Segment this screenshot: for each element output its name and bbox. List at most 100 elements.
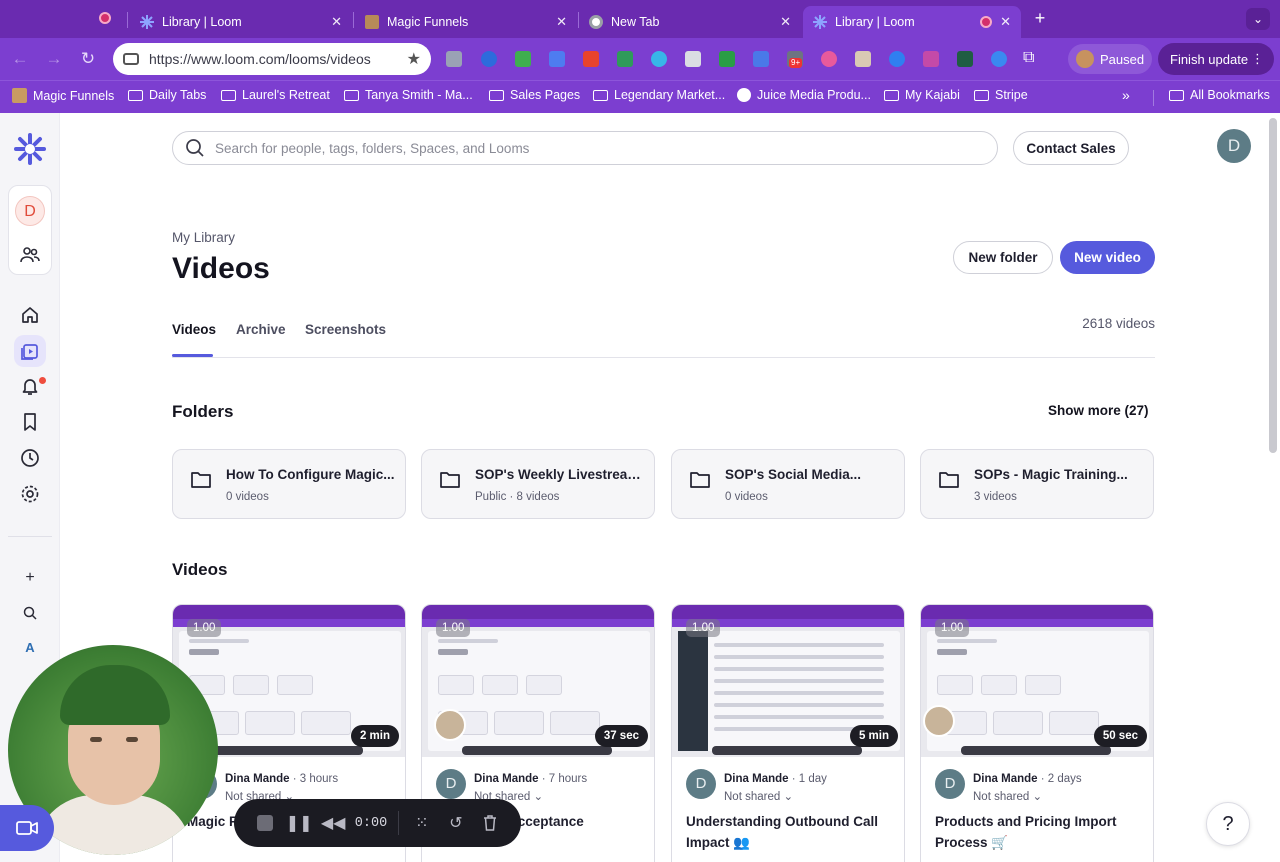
extensions-puzzle-icon[interactable]: ⧉: [1023, 49, 1034, 67]
video-thumbnail[interactable]: 1.00 5 min: [672, 605, 904, 757]
extension-zoom-icon[interactable]: [481, 51, 497, 67]
playback-speed-badge[interactable]: 1.00: [935, 619, 970, 637]
video-title[interactable]: Understanding Outbound Call Impact 👥: [686, 811, 896, 853]
delete-recording-button[interactable]: [473, 799, 507, 847]
browser-tab-loom-active[interactable]: Library | Loom ✕: [803, 6, 1021, 38]
clock-history-icon[interactable]: [14, 442, 46, 474]
all-bookmarks-button[interactable]: All Bookmarks: [1169, 88, 1270, 102]
search-input[interactable]: [215, 140, 997, 156]
video-title[interactable]: Products and Pricing Import Process 🛒: [935, 811, 1145, 853]
stop-icon: [257, 815, 274, 831]
playback-speed-badge[interactable]: 1.00: [187, 619, 222, 637]
profile-paused-button[interactable]: Paused: [1068, 44, 1152, 74]
help-button[interactable]: ?: [1206, 802, 1250, 846]
bookmark-star-icon[interactable]: ★: [407, 49, 421, 69]
extension-green-icon[interactable]: [515, 51, 531, 67]
loom-logo-icon[interactable]: [14, 133, 46, 165]
bookmark-item[interactable]: Tanya Smith - Ma...: [344, 88, 473, 102]
library-videos-icon[interactable]: [14, 335, 46, 367]
new-video-button[interactable]: New video: [1060, 241, 1155, 274]
bookmark-item[interactable]: Juice Media Produ...: [737, 88, 871, 102]
folder-card[interactable]: How To Configure Magic... 0 videos: [172, 449, 406, 519]
search-bar[interactable]: [172, 131, 998, 165]
url-text[interactable]: https://www.loom.com/looms/videos: [149, 51, 397, 67]
bookmark-item[interactable]: Daily Tabs: [128, 88, 206, 102]
bookmark-item[interactable]: Stripe: [974, 88, 1028, 102]
new-folder-button[interactable]: New folder: [953, 241, 1053, 274]
new-tab-button[interactable]: +: [1030, 8, 1050, 28]
video-card[interactable]: 1.00 50 sec D Dina Mande · 2 days Not sh…: [920, 604, 1154, 862]
drawing-tools-button[interactable]: ⁙: [405, 799, 439, 847]
notifications-bell-icon[interactable]: [14, 370, 46, 402]
extension-zapier-icon[interactable]: [583, 51, 599, 67]
extension-pink-icon[interactable]: [821, 51, 837, 67]
forward-button[interactable]: →: [42, 47, 66, 71]
tab-screenshots[interactable]: Screenshots: [305, 322, 386, 337]
home-icon[interactable]: [14, 299, 46, 331]
page-title: Videos: [172, 252, 270, 285]
folder-icon: [128, 89, 143, 101]
folder-card[interactable]: SOPs - Magic Training... 3 videos: [920, 449, 1154, 519]
extension-download-icon[interactable]: [719, 51, 735, 67]
extension-link-icon[interactable]: [651, 51, 667, 67]
extension-photo-icon[interactable]: [855, 51, 871, 67]
members-people-icon[interactable]: [14, 239, 46, 271]
close-tab-icon[interactable]: ✕: [331, 14, 342, 30]
settings-gear-icon[interactable]: [14, 478, 46, 510]
contact-sales-button[interactable]: Contact Sales: [1013, 131, 1129, 165]
page-scrollbar[interactable]: [1269, 118, 1277, 453]
extension-sheets-icon[interactable]: [617, 51, 633, 67]
bookmark-item[interactable]: Legendary Market...: [593, 88, 725, 102]
show-more-folders-button[interactable]: Show more (27): [1048, 403, 1149, 418]
extension-purple-icon[interactable]: [923, 51, 939, 67]
restart-button[interactable]: ↺: [439, 799, 473, 847]
folder-card[interactable]: SOP's Weekly Livestreams Public · 8 vide…: [421, 449, 655, 519]
bookmark-saved-icon[interactable]: [14, 406, 46, 438]
bookmark-item[interactable]: Magic Funnels: [12, 88, 114, 103]
extension-a-icon[interactable]: [957, 51, 973, 67]
share-status-dropdown[interactable]: Not shared ⌄: [724, 789, 793, 803]
apps-a-icon[interactable]: A: [14, 631, 46, 663]
breadcrumb[interactable]: My Library: [172, 230, 235, 245]
site-info-icon[interactable]: [123, 53, 139, 65]
playback-speed-badge[interactable]: 1.00: [686, 619, 721, 637]
extension-code-icon[interactable]: [446, 51, 462, 67]
presenter-thumbnail: [923, 705, 955, 737]
extension-blue-icon[interactable]: [549, 51, 565, 67]
stop-recording-button[interactable]: [248, 799, 282, 847]
bookmark-item[interactable]: Laurel's Retreat: [221, 88, 330, 102]
add-plus-icon[interactable]: +: [14, 562, 46, 594]
more-bookmarks-chevron-icon[interactable]: »: [1122, 87, 1130, 103]
close-tab-icon[interactable]: ✕: [556, 14, 567, 30]
extension-camera-icon[interactable]: [685, 51, 701, 67]
reload-button[interactable]: ↻: [76, 47, 100, 71]
bookmark-item[interactable]: Sales Pages: [489, 88, 580, 102]
camera-toggle-button[interactable]: [0, 805, 54, 851]
tab-search-chevron-icon[interactable]: ⌄: [1246, 8, 1270, 30]
tab-videos[interactable]: Videos: [172, 322, 216, 337]
user-avatar[interactable]: D: [1217, 129, 1251, 163]
extension-target-icon[interactable]: [889, 51, 905, 67]
finish-update-button[interactable]: Finish update ⋮: [1158, 43, 1274, 75]
tab-archive[interactable]: Archive: [236, 322, 286, 337]
browser-tab-loom-1[interactable]: Library | Loom ✕: [130, 6, 352, 38]
pause-button[interactable]: ❚❚: [282, 799, 316, 847]
extension-tag-icon[interactable]: [753, 51, 769, 67]
share-status-dropdown[interactable]: Not shared ⌄: [973, 789, 1042, 803]
video-thumbnail[interactable]: 1.00 37 sec: [422, 605, 654, 757]
extension-people-icon[interactable]: [991, 51, 1007, 67]
back-button[interactable]: ←: [8, 47, 32, 71]
rewind-button[interactable]: ◀◀: [316, 799, 350, 847]
playback-speed-badge[interactable]: 1.00: [436, 619, 471, 637]
video-card[interactable]: 1.00 5 min D Dina Mande · 1 day Not shar…: [671, 604, 905, 862]
search-small-icon[interactable]: [14, 597, 46, 629]
folder-card[interactable]: SOP's Social Media... 0 videos: [671, 449, 905, 519]
bookmark-item[interactable]: My Kajabi: [884, 88, 960, 102]
close-tab-icon[interactable]: ✕: [1000, 14, 1011, 30]
browser-tab-new-tab[interactable]: New Tab ✕: [579, 6, 801, 38]
close-tab-icon[interactable]: ✕: [780, 14, 791, 30]
video-thumbnail[interactable]: 1.00 50 sec: [921, 605, 1153, 757]
browser-tab-magic-funnels[interactable]: Magic Funnels ✕: [355, 6, 577, 38]
address-bar[interactable]: https://www.loom.com/looms/videos ★: [113, 43, 431, 75]
workspace-avatar[interactable]: D: [15, 196, 45, 226]
